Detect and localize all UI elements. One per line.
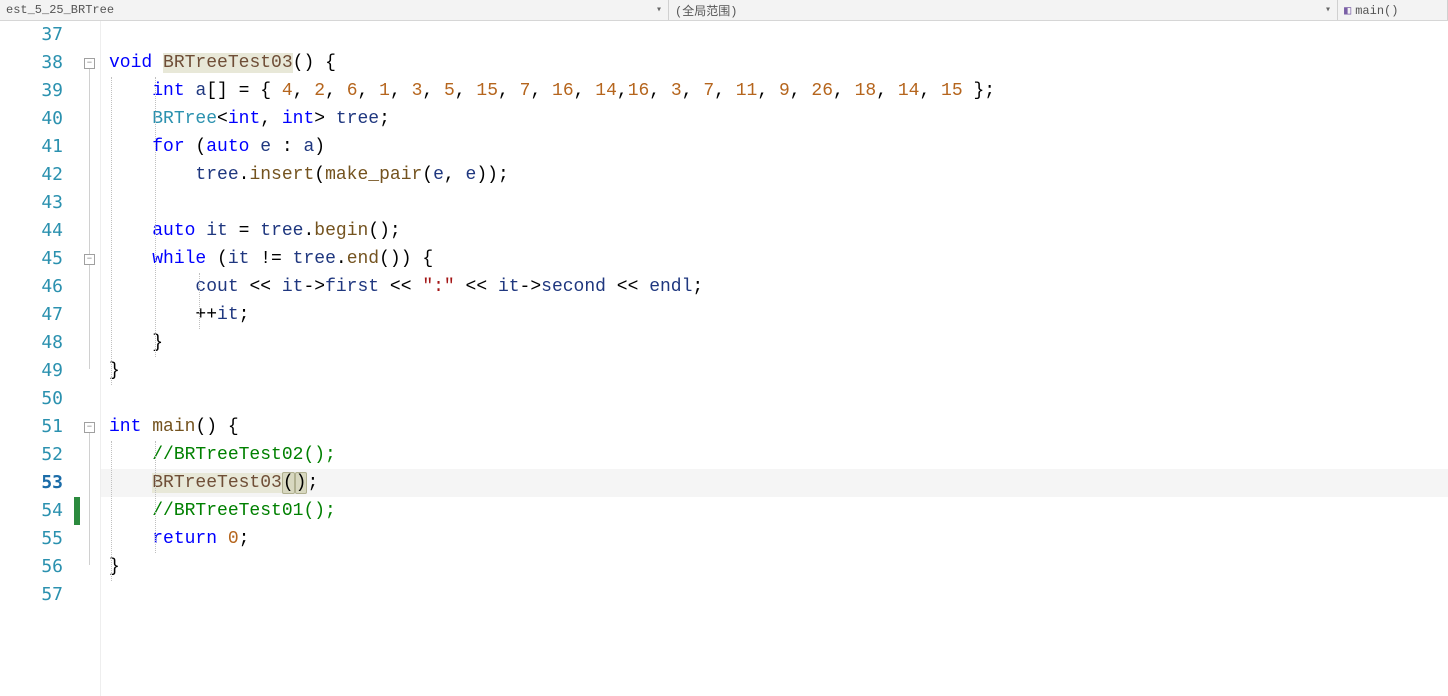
code-line[interactable]: void BRTreeTest03() { xyxy=(101,49,1448,77)
change-indicator-bar xyxy=(73,21,81,696)
fold-column: − − − xyxy=(81,21,101,696)
code-line[interactable]: int main() { xyxy=(101,413,1448,441)
namespace-scope-dropdown[interactable]: (全局范围) ▾ xyxy=(669,0,1338,20)
line-number: 39 xyxy=(0,77,63,105)
line-number: 54 xyxy=(0,497,63,525)
function-scope-dropdown[interactable]: ◧ main() xyxy=(1338,0,1448,20)
chevron-down-icon: ▾ xyxy=(1319,4,1331,16)
code-area[interactable]: void BRTreeTest03() { int a[] = { 4, 2, … xyxy=(101,21,1448,696)
code-line[interactable]: ++it; xyxy=(101,301,1448,329)
code-line[interactable]: for (auto e : a) xyxy=(101,133,1448,161)
code-line[interactable]: //BRTreeTest01(); xyxy=(101,497,1448,525)
code-line[interactable]: auto it = tree.begin(); xyxy=(101,217,1448,245)
code-line[interactable]: BRTreeTest03(); xyxy=(101,469,1448,497)
code-line[interactable]: BRTree<int, int> tree; xyxy=(101,105,1448,133)
line-number: 51 xyxy=(0,413,63,441)
code-line[interactable] xyxy=(101,385,1448,413)
project-scope-dropdown[interactable]: est_5_25_BRTree ▾ xyxy=(0,0,669,20)
code-line[interactable]: } xyxy=(101,329,1448,357)
fold-toggle[interactable]: − xyxy=(84,422,95,433)
line-number: 57 xyxy=(0,581,63,609)
fold-toggle[interactable]: − xyxy=(84,58,95,69)
line-number: 40 xyxy=(0,105,63,133)
line-number: 53 xyxy=(0,469,63,497)
code-line[interactable]: while (it != tree.end()) { xyxy=(101,245,1448,273)
code-line[interactable]: } xyxy=(101,553,1448,581)
namespace-scope-label: (全局范围) xyxy=(675,2,737,19)
line-number: 41 xyxy=(0,133,63,161)
line-number: 52 xyxy=(0,441,63,469)
line-number: 42 xyxy=(0,161,63,189)
code-line[interactable] xyxy=(101,581,1448,609)
code-line[interactable]: int a[] = { 4, 2, 6, 1, 3, 5, 15, 7, 16,… xyxy=(101,77,1448,105)
fold-toggle[interactable]: − xyxy=(84,254,95,265)
line-number: 37 xyxy=(0,21,63,49)
code-line[interactable]: return 0; xyxy=(101,525,1448,553)
code-line[interactable]: //BRTreeTest02(); xyxy=(101,441,1448,469)
line-number: 49 xyxy=(0,357,63,385)
code-line[interactable] xyxy=(101,189,1448,217)
line-number: 48 xyxy=(0,329,63,357)
code-editor[interactable]: 3738394041424344454647484950515253545556… xyxy=(0,21,1448,696)
function-scope-content: ◧ main() xyxy=(1344,3,1398,18)
code-line[interactable]: cout << it->first << ":" << it->second <… xyxy=(101,273,1448,301)
navigation-bar: est_5_25_BRTree ▾ (全局范围) ▾ ◧ main() xyxy=(0,0,1448,21)
function-icon: ◧ xyxy=(1344,4,1351,18)
line-number: 47 xyxy=(0,301,63,329)
line-number: 56 xyxy=(0,553,63,581)
code-line[interactable] xyxy=(101,21,1448,49)
change-marker xyxy=(74,497,80,525)
code-line[interactable]: } xyxy=(101,357,1448,385)
chevron-down-icon: ▾ xyxy=(650,4,662,16)
project-scope-label: est_5_25_BRTree xyxy=(6,3,114,17)
line-number-gutter: 3738394041424344454647484950515253545556… xyxy=(0,21,73,696)
line-number: 44 xyxy=(0,217,63,245)
line-number: 38 xyxy=(0,49,63,77)
line-number: 50 xyxy=(0,385,63,413)
code-line[interactable]: tree.insert(make_pair(e, e)); xyxy=(101,161,1448,189)
function-scope-label: main() xyxy=(1355,4,1398,18)
line-number: 45 xyxy=(0,245,63,273)
line-number: 43 xyxy=(0,189,63,217)
line-number: 55 xyxy=(0,525,63,553)
line-number: 46 xyxy=(0,273,63,301)
